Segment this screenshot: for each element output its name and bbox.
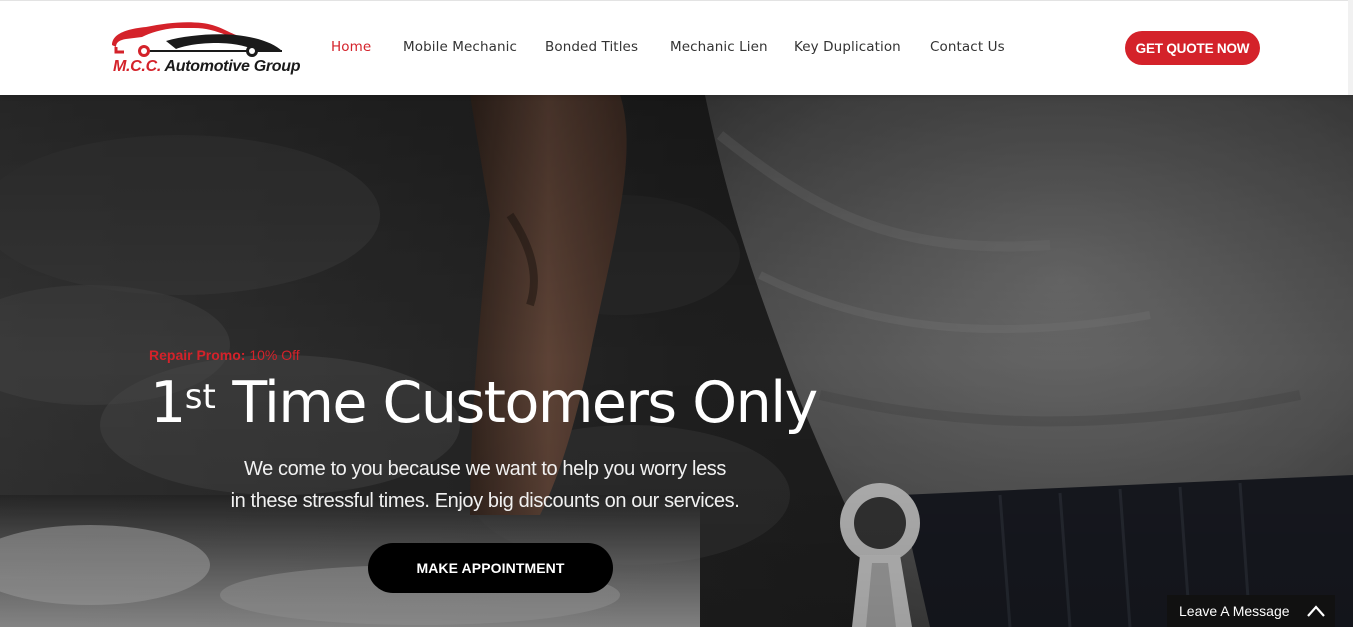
hero-content: Repair Promo: 10% Off 1st Time Customers… bbox=[0, 95, 1353, 627]
brand-logo[interactable]: M.C.C. Automotive Group bbox=[106, 17, 300, 83]
hero-subtext-line-2: in these stressful times. Enjoy big disc… bbox=[230, 490, 740, 512]
hero-subtext: We come to you because we want to help y… bbox=[175, 453, 795, 517]
nav-key-duplication[interactable]: Key Duplication bbox=[794, 39, 901, 55]
hero-banner: Repair Promo: 10% Off 1st Time Customers… bbox=[0, 95, 1353, 627]
nav-mobile-mechanic[interactable]: Mobile Mechanic bbox=[403, 39, 517, 55]
hero-subtext-line-1: We come to you because we want to help y… bbox=[243, 458, 726, 480]
chat-label: Leave A Message bbox=[1179, 603, 1290, 619]
site-header: M.C.C. Automotive Group Home Mobile Mech… bbox=[0, 0, 1353, 95]
logo-text: M.C.C. Automotive Group bbox=[113, 58, 301, 75]
get-quote-button[interactable]: GET QUOTE NOW bbox=[1125, 31, 1260, 65]
nav-bonded-titles[interactable]: Bonded Titles bbox=[545, 39, 638, 55]
leave-message-widget[interactable]: Leave A Message bbox=[1167, 595, 1335, 627]
car-logo-icon bbox=[112, 22, 282, 57]
make-appointment-button[interactable]: MAKE APPOINTMENT bbox=[368, 543, 613, 593]
chevron-up-icon bbox=[1307, 605, 1325, 617]
scrollbar[interactable] bbox=[1348, 0, 1353, 95]
nav-contact-us[interactable]: Contact Us bbox=[930, 39, 1005, 55]
nav-mechanic-lien[interactable]: Mechanic Lien bbox=[670, 39, 768, 55]
hero-headline: 1st Time Customers Only bbox=[150, 370, 818, 436]
promo-label: Repair Promo: 10% Off bbox=[149, 347, 300, 363]
nav-home[interactable]: Home bbox=[331, 39, 371, 55]
